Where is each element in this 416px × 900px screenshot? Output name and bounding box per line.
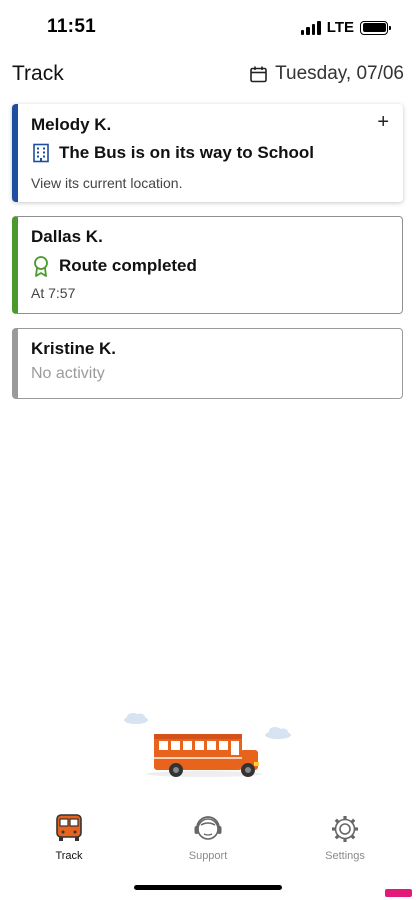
location-link[interactable]: View its current location. <box>31 175 182 191</box>
status-row: Route completed <box>31 255 197 277</box>
student-card-melody[interactable]: Melody K. + The Bus is on its way to Sch… <box>12 104 403 202</box>
watermark-badge <box>385 889 412 897</box>
add-button[interactable]: + <box>377 112 389 132</box>
status-bar: 11:51 LTE <box>0 0 416 54</box>
tab-label: Support <box>188 850 228 862</box>
date-selector[interactable]: Tuesday, 07/06 <box>250 63 404 85</box>
award-icon <box>34 256 48 277</box>
status-indicators: LTE <box>300 19 391 36</box>
battery-icon <box>360 20 391 35</box>
student-name: Melody K. <box>31 115 112 134</box>
gear-icon <box>332 816 358 842</box>
tab-settings[interactable]: Settings <box>300 812 390 862</box>
status-time: 11:51 <box>47 16 97 37</box>
tab-track[interactable]: Track <box>24 812 114 862</box>
school-bus-illustration <box>124 713 291 777</box>
bus-icon <box>56 814 82 841</box>
student-name: Kristine K. <box>31 339 117 358</box>
page-title: Track <box>12 62 64 85</box>
tab-label: Settings <box>325 850 365 862</box>
student-name: Dallas K. <box>31 227 103 246</box>
student-card-kristine[interactable]: Kristine K. No activity <box>12 328 403 399</box>
headset-icon <box>194 816 222 840</box>
date-label: Tuesday, 07/06 <box>275 63 404 84</box>
home-indicator[interactable] <box>134 885 282 890</box>
status-headline: Route completed <box>59 256 197 275</box>
header: Track Tuesday, 07/06 <box>12 62 404 88</box>
calendar-icon <box>250 66 267 82</box>
no-activity-label: No activity <box>31 365 105 382</box>
tab-support[interactable]: Support <box>163 812 253 862</box>
signal-icon <box>300 20 321 35</box>
student-card-dallas[interactable]: Dallas K. Route completed At 7:57 <box>12 216 403 314</box>
status-headline: The Bus is on its way to School <box>59 143 315 162</box>
tab-label: Track <box>55 850 83 862</box>
status-row: The Bus is on its way to School <box>31 143 314 163</box>
network-type: LTE <box>326 19 354 36</box>
status-time: At 7:57 <box>31 285 76 301</box>
building-icon <box>33 143 49 163</box>
tab-bar: Track Support Settings <box>0 812 416 872</box>
